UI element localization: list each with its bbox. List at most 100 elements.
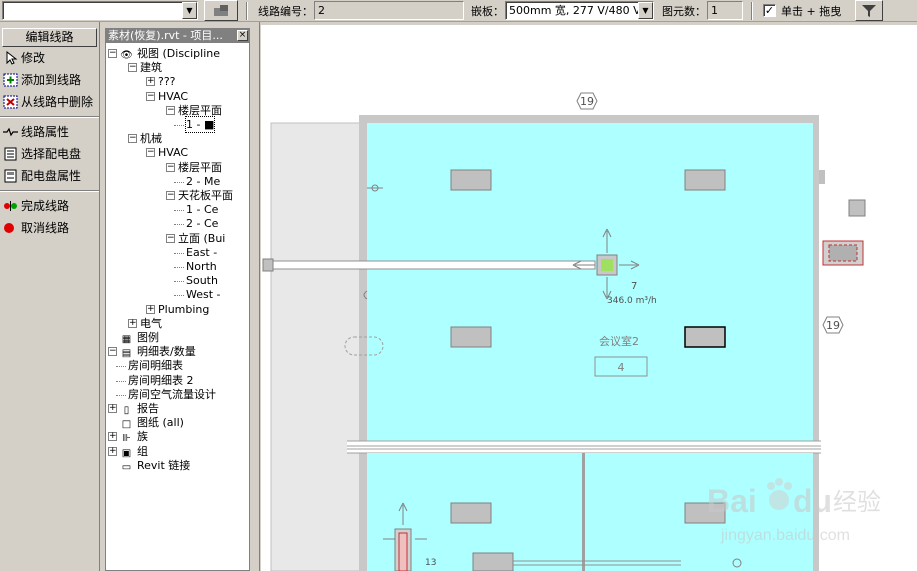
tree-node[interactable]: 电气 — [140, 316, 162, 331]
edit-circuit-tab[interactable]: 编辑线路 — [2, 28, 97, 47]
finish-circuit-button[interactable]: 完成线路 — [0, 195, 99, 217]
add-to-circuit-button[interactable]: 添加到线路 — [0, 69, 99, 91]
collapse-toggle[interactable]: − — [166, 191, 175, 200]
filter-button[interactable] — [855, 0, 883, 21]
expand-toggle[interactable]: + — [146, 77, 155, 87]
tree-connector — [174, 295, 184, 297]
drawing-canvas[interactable]: 7 346.0 m³/h 19 19 会议室2 4 13 Bai du 经验 j… — [261, 25, 917, 571]
design-bar-separator — [0, 116, 99, 118]
collapse-toggle[interactable]: − — [108, 49, 117, 58]
tree-node[interactable]: 1 - Ce — [186, 202, 218, 217]
collapse-toggle[interactable]: − — [146, 91, 155, 101]
tree-node[interactable]: Plumbing — [158, 302, 209, 317]
tree-node[interactable]: 天花板平面 — [178, 188, 233, 203]
circuit-properties-button[interactable]: 线路属性 — [0, 121, 99, 143]
collapse-toggle[interactable]: − — [128, 134, 137, 144]
collapse-toggle[interactable]: − — [166, 233, 175, 243]
chevron-down-icon[interactable]: ▼ — [638, 2, 653, 19]
room-upper[interactable] — [367, 123, 813, 441]
expand-toggle[interactable]: + — [128, 318, 137, 328]
collapse-toggle[interactable]: − — [146, 148, 155, 158]
grid-tag-right[interactable]: 19 — [822, 316, 844, 334]
cancel-circuit-button[interactable]: 取消线路 — [0, 217, 99, 239]
tree-connector — [174, 210, 184, 212]
tree-node[interactable]: West - — [186, 287, 221, 302]
panel-splitter[interactable] — [252, 22, 260, 571]
type-properties-button[interactable] — [204, 0, 238, 21]
panel-properties-button[interactable]: 配电盘属性 — [0, 165, 99, 187]
chevron-down-icon[interactable]: ▼ — [182, 2, 197, 19]
supply-duct[interactable] — [262, 260, 596, 270]
tree-node[interactable]: 房间空气流量设计 — [128, 387, 216, 402]
tree-node[interactable]: HVAC — [158, 89, 188, 104]
tree-node[interactable]: ▭ Revit 链接 — [120, 458, 191, 473]
tree-node[interactable]: East - — [186, 245, 217, 260]
tree-node[interactable]: 1 - ■ — [184, 116, 216, 133]
tree-node[interactable]: North — [186, 259, 217, 274]
tree-node[interactable]: 机械 — [140, 131, 162, 146]
panel-select[interactable]: 500mm 宽, 277 V/480 V, ▼ — [505, 1, 654, 20]
tree-connector — [174, 281, 184, 283]
tree-node[interactable]: ▣ 组 — [120, 444, 148, 459]
light-fixture[interactable] — [450, 169, 492, 191]
tree-connector — [174, 252, 184, 254]
grid-tag-top[interactable]: 19 — [576, 92, 598, 110]
tree-node[interactable]: ??? — [158, 74, 176, 89]
collapse-toggle[interactable]: − — [128, 63, 137, 73]
panel-properties-icon — [3, 169, 18, 183]
properties-icon — [214, 5, 228, 16]
tree-node[interactable]: HVAC — [158, 145, 188, 160]
collapse-toggle[interactable]: − — [166, 162, 175, 172]
expand-toggle[interactable]: + — [146, 304, 155, 314]
collapse-toggle[interactable]: − — [108, 347, 117, 357]
circuit-number-field[interactable]: 2 — [314, 1, 464, 20]
tree-node[interactable]: 房间明细表 2 — [128, 373, 194, 388]
select-panel-label: 选择配电盘 — [21, 147, 82, 161]
remove-from-circuit-icon — [3, 95, 18, 109]
tree-node[interactable]: ▤ 明细表/数量 — [120, 344, 196, 359]
svg-text:19: 19 — [580, 95, 594, 108]
light-fixture[interactable] — [450, 326, 492, 348]
duct-end-cap — [262, 258, 274, 272]
tree-node-label: 图纸 (all) — [137, 416, 184, 430]
tree-node[interactable]: 楼层平面 — [178, 103, 222, 118]
remove-from-circuit-button[interactable]: 从线路中删除 — [0, 91, 99, 113]
light-fixture[interactable] — [450, 502, 492, 524]
tree-node-label: 2 - Ce — [186, 217, 219, 231]
tree-node-label: Revit 链接 — [137, 458, 191, 472]
tree-node-label: 报告 — [137, 402, 159, 415]
collapse-toggle[interactable]: − — [166, 105, 175, 115]
light-fixture-selected[interactable] — [684, 326, 726, 348]
equipment-unit[interactable] — [472, 552, 514, 571]
tree-node[interactable]: South — [186, 273, 218, 288]
tree-node-label: 房间明细表 2 — [128, 373, 194, 387]
tree-node[interactable]: □ 图纸 (all) — [120, 415, 184, 430]
tree-node[interactable]: 👁 视图 (Discipline — [120, 46, 220, 61]
expand-toggle[interactable]: + — [108, 404, 117, 413]
tree-node[interactable]: 2 - Me — [186, 174, 220, 189]
tree-node[interactable]: 建筑 — [140, 60, 162, 75]
modify-button[interactable]: 修改 — [0, 47, 99, 69]
type-selector[interactable]: ▼ — [2, 1, 198, 20]
click-drag-checkbox[interactable]: ✓ — [763, 4, 776, 17]
corridor-area — [270, 122, 362, 571]
tree-node[interactable]: ▦ 图例 — [120, 330, 159, 345]
tree-node[interactable]: ⊪ 族 — [120, 429, 148, 444]
pointer-icon — [3, 50, 18, 65]
electrical-panel[interactable] — [822, 240, 864, 266]
equipment-box[interactable] — [848, 199, 866, 217]
panel-select-value: 500mm 宽, 277 V/480 V, — [509, 4, 645, 17]
select-panel-button[interactable]: 选择配电盘 — [0, 143, 99, 165]
tree-node[interactable]: 房间明细表 — [128, 358, 183, 373]
add-to-circuit-icon — [3, 73, 18, 87]
expand-toggle[interactable]: + — [108, 432, 117, 442]
close-icon[interactable]: × — [237, 30, 248, 41]
expand-toggle[interactable]: + — [108, 446, 117, 456]
tree-node[interactable]: 2 - Ce — [186, 216, 218, 231]
tree-node[interactable]: 楼层平面 — [178, 160, 222, 175]
element-count-field: 1 — [707, 1, 743, 20]
light-fixture[interactable] — [684, 169, 726, 191]
tree-node[interactable]: ▯ 报告 — [120, 401, 159, 416]
add-to-circuit-label: 添加到线路 — [21, 73, 82, 87]
tree-node[interactable]: 立面 (Bui — [178, 231, 225, 246]
